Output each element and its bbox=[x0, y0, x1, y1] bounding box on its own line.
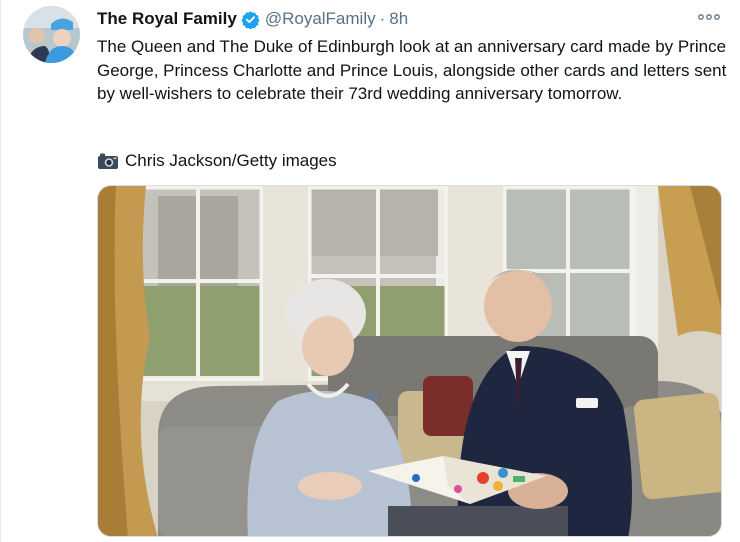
photo-credit: Chris Jackson/Getty images bbox=[97, 149, 337, 172]
tweet-header: The Royal Family @RoyalFamily · 8h bbox=[97, 8, 720, 30]
camera-icon bbox=[97, 152, 119, 170]
timestamp[interactable]: 8h bbox=[389, 9, 408, 29]
verified-badge-icon bbox=[241, 10, 260, 30]
tweet-photo[interactable] bbox=[97, 185, 722, 537]
author-name[interactable]: The Royal Family bbox=[97, 9, 237, 29]
photo-credit-text: Chris Jackson/Getty images bbox=[125, 151, 337, 170]
avatar[interactable] bbox=[23, 6, 80, 63]
separator-dot: · bbox=[379, 9, 386, 28]
more-options-icon[interactable] bbox=[696, 8, 722, 26]
tweet[interactable]: The Royal Family @RoyalFamily · 8h The Q… bbox=[0, 0, 740, 542]
tweet-text: The Queen and The Duke of Edinburgh look… bbox=[97, 37, 727, 103]
author-handle[interactable]: @RoyalFamily bbox=[265, 9, 376, 29]
